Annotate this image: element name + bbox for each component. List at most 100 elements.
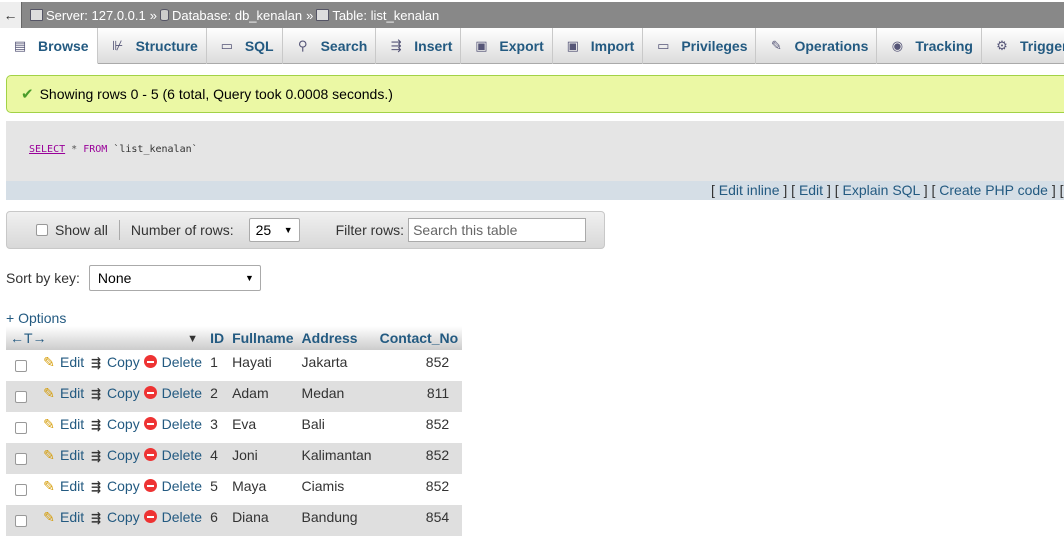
edit-button[interactable]: ✎ Edit xyxy=(41,416,84,432)
sort-dropdown-icon[interactable]: ▼ xyxy=(187,333,198,345)
cell-id[interactable]: 2 xyxy=(206,381,229,412)
cell-contact-no[interactable]: 852 xyxy=(375,412,463,443)
cell-contact-no[interactable]: 852 xyxy=(375,474,463,505)
cell-id[interactable]: 1 xyxy=(206,350,229,381)
tab-label: Insert xyxy=(414,38,453,54)
row-checkbox[interactable] xyxy=(14,515,27,527)
tab-import[interactable]: ▣ Import xyxy=(553,28,644,64)
sql-link-explain-sql[interactable]: Explain SQL xyxy=(843,182,920,198)
tab-privileges[interactable]: ▭ Privileges xyxy=(643,28,757,64)
column-header-address[interactable]: Address xyxy=(297,326,376,350)
cell-address[interactable]: Kalimantan xyxy=(297,443,376,474)
copy-button[interactable]: ⇶ Copy xyxy=(88,416,140,432)
delete-button[interactable]: Delete xyxy=(143,478,202,494)
tab-label: Tracking xyxy=(915,38,973,54)
cell-contact-no[interactable]: 852 xyxy=(375,350,463,381)
row-checkbox[interactable] xyxy=(14,391,27,403)
edit-button[interactable]: ✎ Edit xyxy=(41,385,84,401)
cell-fullname[interactable]: Eva xyxy=(228,412,298,443)
sql-link-create-php-code[interactable]: Create PHP code xyxy=(939,182,1048,198)
breadcrumb-table[interactable]: Table: list_kenalan xyxy=(332,8,439,23)
copy-button[interactable]: ⇶ Copy xyxy=(88,354,140,370)
breadcrumb-separator: » xyxy=(306,7,314,23)
tab-search[interactable]: ⚲ Search xyxy=(283,28,377,64)
cell-fullname[interactable]: Hayati xyxy=(228,350,298,381)
copy-button[interactable]: ⇶ Copy xyxy=(88,447,140,463)
row-checkbox[interactable] xyxy=(14,360,27,372)
number-of-rows-select[interactable]: 25 ▼ xyxy=(248,218,300,242)
sql-link-edit[interactable]: Edit xyxy=(799,182,823,198)
tracking-icon: ◉ xyxy=(891,38,904,53)
cell-fullname[interactable]: Joni xyxy=(228,443,298,474)
cell-id[interactable]: 5 xyxy=(206,474,229,505)
cell-fullname[interactable]: Maya xyxy=(228,474,298,505)
edit-button[interactable]: ✎ Edit xyxy=(41,509,84,525)
tab-browse[interactable]: ▤ Browse xyxy=(0,28,98,64)
tab-tracking[interactable]: ◉ Tracking xyxy=(877,28,982,64)
copy-button[interactable]: ⇶ Copy xyxy=(88,509,140,525)
number-of-rows-value: 25 xyxy=(255,222,272,238)
sql-keyword-select[interactable]: SELECT xyxy=(29,144,65,155)
database-icon xyxy=(159,9,169,21)
results-table: ←T→ ▼ ID Fullname Address Contact_No ✎ Ed… xyxy=(6,326,463,536)
column-header-fullname[interactable]: Fullname xyxy=(228,326,298,350)
row-select-cell xyxy=(6,505,35,536)
cell-id[interactable]: 4 xyxy=(206,443,229,474)
delete-button[interactable]: Delete xyxy=(143,385,202,401)
cell-contact-no[interactable]: 811 xyxy=(375,381,463,412)
sql-links: [ Edit inline ] [ Edit ] [ Explain SQL ]… xyxy=(711,182,1064,198)
delete-button[interactable]: Delete xyxy=(143,447,202,463)
edit-button[interactable]: ✎ Edit xyxy=(41,354,84,370)
delete-button[interactable]: Delete xyxy=(143,354,202,370)
back-arrow-icon[interactable]: ← xyxy=(0,2,22,28)
tab-sql[interactable]: ▭ SQL xyxy=(207,28,283,64)
cell-fullname[interactable]: Diana xyxy=(228,505,298,536)
structure-icon: ⊮ xyxy=(111,38,124,53)
server-icon xyxy=(30,9,43,21)
tab-operations[interactable]: ✎ Operations xyxy=(756,28,878,64)
tab-insert[interactable]: ⇶ Insert xyxy=(376,28,462,64)
sql-links-bar: [ Edit inline ] [ Edit ] [ Explain SQL ]… xyxy=(6,181,1064,200)
column-header-contact-no[interactable]: Contact_No xyxy=(375,326,463,350)
cell-id[interactable]: 3 xyxy=(206,412,229,443)
cell-fullname[interactable]: Adam xyxy=(228,381,298,412)
row-checkbox[interactable] xyxy=(14,453,27,465)
copy-button[interactable]: ⇶ Copy xyxy=(88,385,140,401)
column-header-id[interactable]: ID xyxy=(206,326,229,350)
sql-link-edit-inline[interactable]: Edit inline xyxy=(719,182,780,198)
edit-button[interactable]: ✎ Edit xyxy=(41,478,84,494)
row-checkbox[interactable] xyxy=(14,422,27,434)
show-all-checkbox[interactable] xyxy=(36,224,48,236)
tab-structure[interactable]: ⊮ Structure xyxy=(98,28,207,64)
row-checkbox[interactable] xyxy=(14,484,27,496)
column-resize-arrows-icon[interactable]: ←T→ xyxy=(10,330,47,346)
delete-button[interactable]: Delete xyxy=(143,509,202,525)
copy-button[interactable]: ⇶ Copy xyxy=(88,478,140,494)
tab-export[interactable]: ▣ Export xyxy=(461,28,553,64)
cell-contact-no[interactable]: 852 xyxy=(375,443,463,474)
cell-address[interactable]: Ciamis xyxy=(297,474,376,505)
cell-id[interactable]: 6 xyxy=(206,505,229,536)
sql-table-name: `list_kenalan` xyxy=(113,144,198,155)
edit-button[interactable]: ✎ Edit xyxy=(41,447,84,463)
cell-address[interactable]: Medan xyxy=(297,381,376,412)
cell-address[interactable]: Jakarta xyxy=(297,350,376,381)
search-icon: ⚲ xyxy=(297,38,308,53)
cell-address[interactable]: Bali xyxy=(297,412,376,443)
show-all-toggle[interactable]: Show all xyxy=(36,222,108,238)
options-link[interactable]: + Options xyxy=(6,310,66,326)
sql-icon: ▭ xyxy=(220,38,233,53)
breadcrumb-server[interactable]: Server: 127.0.0.1 xyxy=(46,8,146,23)
sort-by-key-select[interactable]: None ▼ xyxy=(88,265,261,291)
checkmark-icon: ✔ xyxy=(21,86,34,103)
cell-address[interactable]: Bandung xyxy=(297,505,376,536)
tab-triggers[interactable]: ⚙ Triggers xyxy=(982,28,1064,64)
copy-label: Copy xyxy=(107,416,140,432)
breadcrumb-database[interactable]: Database: db_kenalan xyxy=(172,8,302,23)
cell-contact-no[interactable]: 854 xyxy=(375,505,463,536)
column-arrows-header: ←T→ ▼ xyxy=(6,326,207,350)
bracket: ] xyxy=(1047,182,1060,198)
filter-rows-input[interactable] xyxy=(408,218,587,242)
delete-button[interactable]: Delete xyxy=(143,416,202,432)
sort-by-key: Sort by key: None ▼ xyxy=(6,265,261,291)
